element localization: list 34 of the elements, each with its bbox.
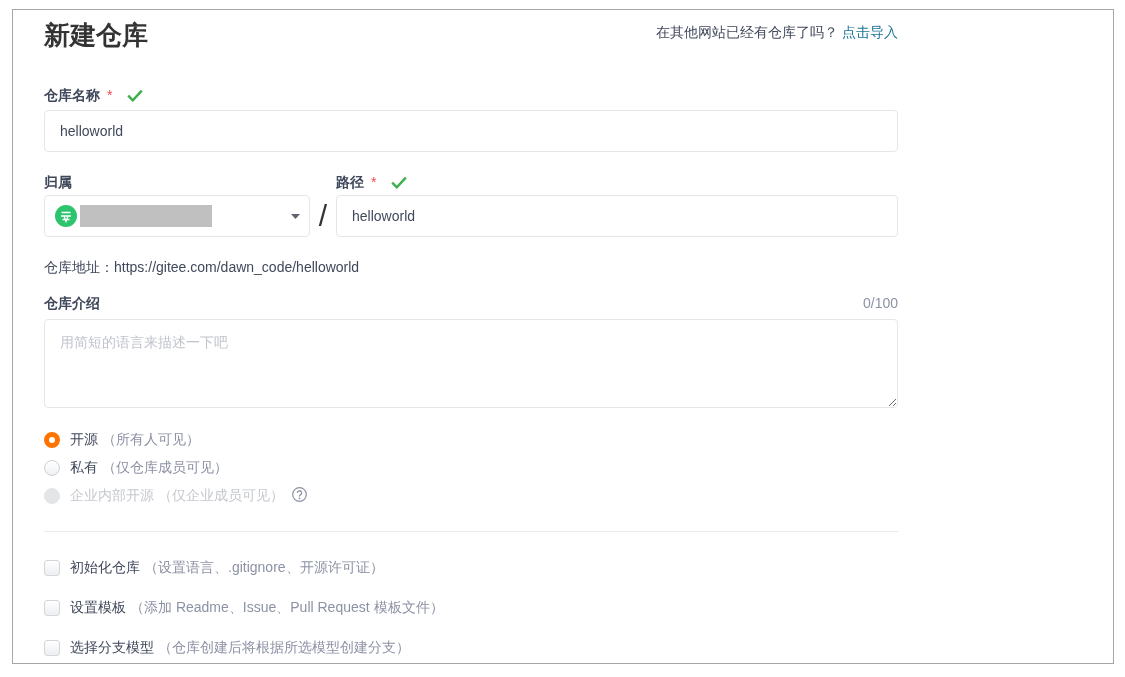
required-mark: * bbox=[371, 173, 377, 192]
option-hint: （添加 Readme、Issue、Pull Request 模板文件） bbox=[130, 599, 444, 617]
option-hint: （仅企业成员可见） bbox=[158, 487, 284, 505]
option-label: 设置模板 bbox=[70, 599, 126, 617]
option-label: 选择分支模型 bbox=[70, 639, 154, 657]
option-hint: （仅仓库成员可见） bbox=[102, 459, 228, 477]
text-field[interactable]: helloworld bbox=[336, 195, 898, 237]
checkbox[interactable] bbox=[44, 640, 60, 656]
text-field[interactable]: helloworld bbox=[44, 110, 898, 152]
char-counter: 0/100 bbox=[862, 295, 898, 311]
option-hint: （仓库创建后将根据所选模型创建分支） bbox=[158, 639, 410, 657]
avatar-icon bbox=[55, 205, 77, 227]
option-hint: （所有人可见） bbox=[102, 431, 200, 449]
import-prompt: 在其他网站已经有仓库了吗？ bbox=[656, 24, 838, 42]
import-link[interactable]: 点击导入 bbox=[842, 24, 898, 42]
checkbox[interactable] bbox=[44, 560, 60, 576]
checkbox[interactable] bbox=[44, 600, 60, 616]
radio-button[interactable] bbox=[44, 460, 60, 476]
owner-select[interactable] bbox=[44, 195, 310, 237]
path-separator: / bbox=[318, 199, 328, 233]
option-label: 开源 bbox=[70, 431, 98, 449]
field-label: 路径 bbox=[336, 173, 364, 192]
field-label: 归属 bbox=[44, 173, 72, 192]
radio-button[interactable] bbox=[44, 432, 60, 448]
option-label: 初始化仓库 bbox=[70, 559, 140, 577]
repo-address: 仓库地址：https://gitee.com/dawn_code/helloworld bbox=[44, 259, 360, 275]
required-mark: * bbox=[107, 86, 113, 105]
option-hint: （设置语言、.gitignore、开源许可证） bbox=[144, 559, 384, 577]
field-label: 仓库名称 bbox=[44, 86, 100, 105]
page-title: 新建仓库 bbox=[44, 19, 148, 52]
description-field[interactable]: 用简短的语言来描述一下吧 bbox=[44, 319, 898, 408]
field-label: 仓库介绍 bbox=[44, 294, 100, 313]
caret-icon bbox=[291, 213, 300, 219]
option-label: 私有 bbox=[70, 459, 98, 477]
